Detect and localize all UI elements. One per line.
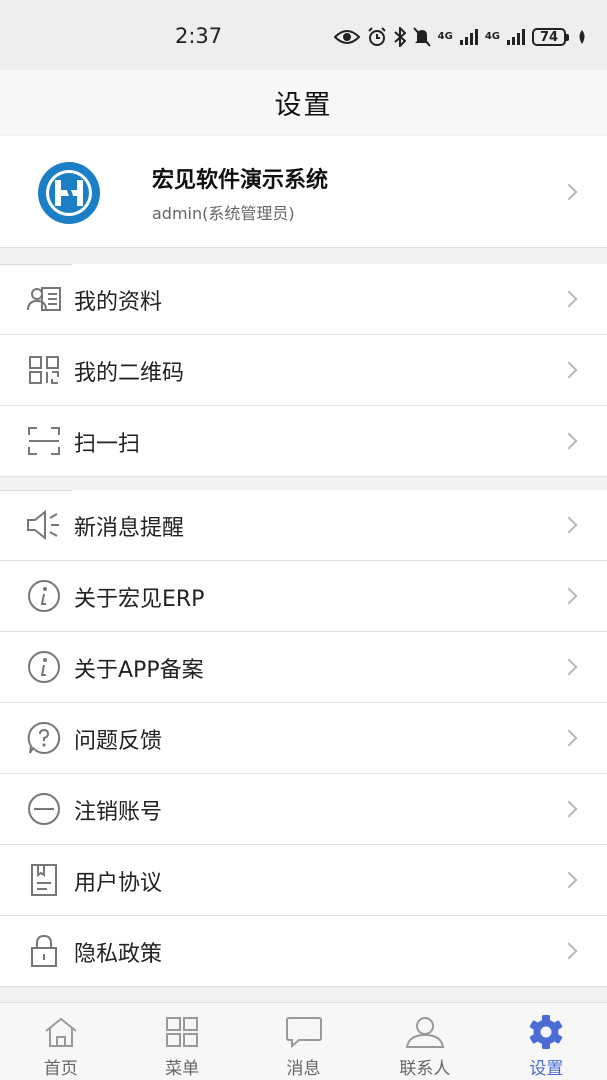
page-title: 设置 <box>274 89 333 121</box>
nav-label: 联系人 <box>399 1059 451 1079</box>
menu-item-label: 关于APP备案 <box>74 658 204 683</box>
profile-role: admin(系统管理员) <box>152 204 295 223</box>
nav-item-settings[interactable]: 设置 <box>486 1003 607 1080</box>
company-logo <box>36 160 102 226</box>
mute-icon <box>412 27 431 47</box>
chat-icon <box>284 1014 324 1050</box>
chevron-right-icon <box>560 587 578 605</box>
gear-icon <box>526 1014 566 1050</box>
info-icon <box>26 579 62 613</box>
battery-icon: 74 <box>532 28 569 46</box>
chevron-right-icon <box>560 290 578 308</box>
menu-item-label: 我的二维码 <box>74 361 185 386</box>
nav-label: 首页 <box>43 1059 78 1079</box>
nav-item-messages[interactable]: 消息 <box>243 1003 364 1080</box>
chevron-right-icon <box>560 800 578 818</box>
bottom-nav: 首页 菜单 消息 联系人 设置 <box>0 1002 607 1080</box>
eye-icon <box>333 28 360 46</box>
menu-item-about-app-filing[interactable]: 关于APP备案 <box>0 632 607 703</box>
menu-item-label: 新消息提醒 <box>74 516 185 541</box>
settings-group-general: 新消息提醒 关于宏见ERP 关于APP备案 问题反馈 注销账号 用户协议 隐私政… <box>0 490 607 987</box>
grid-icon <box>162 1014 202 1050</box>
menu-item-label: 扫一扫 <box>74 432 141 457</box>
menu-item-label: 注销账号 <box>74 800 163 825</box>
chevron-right-icon <box>560 658 578 676</box>
nav-label: 消息 <box>286 1059 321 1079</box>
chevron-right-icon <box>560 361 578 379</box>
settings-group-account: 我的资料 我的二维码 扫一扫 <box>0 264 607 477</box>
menu-item-user-agreement[interactable]: 用户协议 <box>0 845 607 916</box>
nav-item-home[interactable]: 首页 <box>0 1003 121 1080</box>
nav-label: 菜单 <box>165 1059 200 1079</box>
menu-item-label: 关于宏见ERP <box>74 587 205 612</box>
menu-item-label: 我的资料 <box>74 290 163 315</box>
signal-icon <box>507 29 525 45</box>
chevron-right-icon <box>560 942 578 960</box>
menu-item-label: 隐私政策 <box>74 942 163 967</box>
chevron-right-icon <box>560 183 578 201</box>
bluetooth-icon <box>393 27 406 47</box>
info-icon <box>26 650 62 684</box>
status-time: 2:37 <box>175 24 223 48</box>
network-label-1: 4G <box>437 31 453 42</box>
menu-item-new-message-alert[interactable]: 新消息提醒 <box>0 490 607 561</box>
alarm-icon <box>367 27 387 47</box>
minus-circle-icon <box>26 792 62 826</box>
nav-label: 设置 <box>529 1059 564 1079</box>
menu-item-delete-account[interactable]: 注销账号 <box>0 774 607 845</box>
profile-card[interactable]: 宏见软件演示系统 admin(系统管理员) <box>0 136 607 248</box>
chevron-right-icon <box>560 516 578 534</box>
qr-code-icon <box>26 353 62 387</box>
title-bar: 设置 <box>0 70 607 134</box>
nav-item-contacts[interactable]: 联系人 <box>364 1003 485 1080</box>
leaf-icon <box>577 30 587 44</box>
lock-icon <box>26 934 62 968</box>
menu-item-scan[interactable]: 扫一扫 <box>0 406 607 477</box>
document-icon <box>26 863 62 897</box>
menu-item-feedback[interactable]: 问题反馈 <box>0 703 607 774</box>
profile-name: 宏见软件演示系统 <box>152 168 329 193</box>
chevron-right-icon <box>560 432 578 450</box>
menu-item-my-qr-code[interactable]: 我的二维码 <box>0 335 607 406</box>
chevron-right-icon <box>560 729 578 747</box>
menu-item-my-profile[interactable]: 我的资料 <box>0 264 607 335</box>
menu-item-about-erp[interactable]: 关于宏见ERP <box>0 561 607 632</box>
speaker-icon <box>26 508 62 542</box>
chevron-right-icon <box>560 871 578 889</box>
question-icon <box>26 721 62 755</box>
menu-item-privacy-policy[interactable]: 隐私政策 <box>0 916 607 987</box>
id-card-icon <box>26 282 62 316</box>
status-bar: 2:37 4G 4G 74 <box>0 0 607 70</box>
menu-item-label: 用户协议 <box>74 871 163 896</box>
status-icons: 4G 4G 74 <box>333 24 587 50</box>
network-label-2: 4G <box>484 31 500 42</box>
signal-icon <box>459 29 478 45</box>
contact-icon <box>405 1014 445 1050</box>
menu-item-label: 问题反馈 <box>74 729 163 754</box>
scan-icon <box>26 424 62 458</box>
nav-item-menu[interactable]: 菜单 <box>121 1003 242 1080</box>
home-icon <box>41 1014 81 1050</box>
